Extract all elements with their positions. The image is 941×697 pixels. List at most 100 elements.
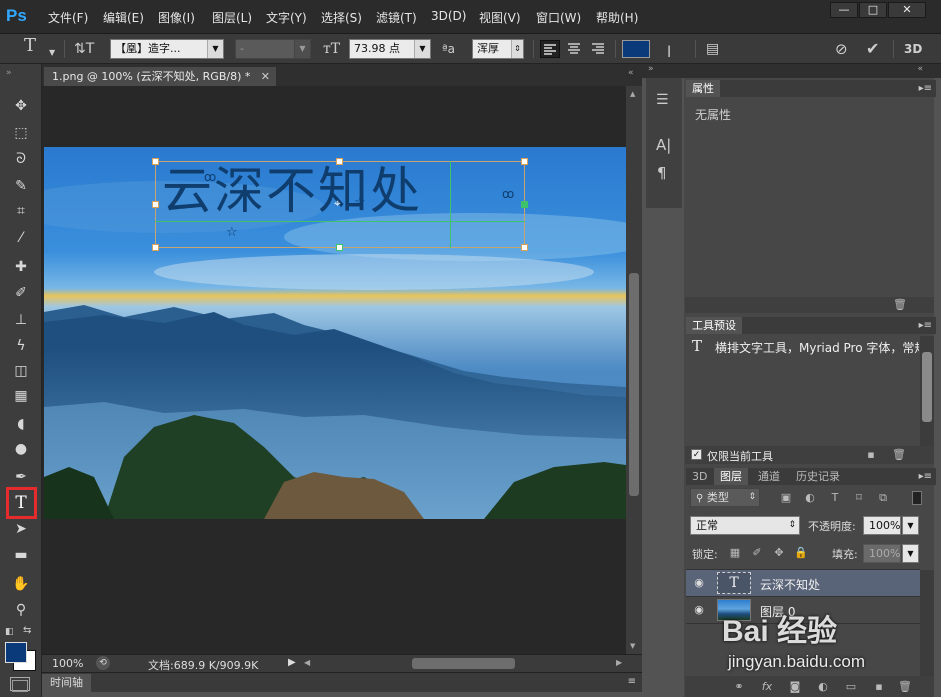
eraser-tool-icon[interactable]: ◫ bbox=[10, 361, 32, 381]
menu-layer[interactable]: 图层(L) bbox=[212, 9, 252, 26]
trash-icon[interactable]: 🗑 bbox=[891, 448, 907, 462]
brush-tool-icon[interactable]: ✐ bbox=[10, 283, 32, 303]
close-button[interactable]: ✕ bbox=[888, 2, 926, 18]
font-style-select[interactable]: - ▼ bbox=[235, 39, 311, 59]
menu-filter[interactable]: 滤镜(T) bbox=[376, 9, 417, 26]
quick-select-tool-icon[interactable]: ✎ bbox=[10, 176, 32, 196]
scroll-up-icon[interactable]: ▲ bbox=[630, 90, 635, 98]
eyedropper-tool-icon[interactable]: ⁄ bbox=[10, 228, 32, 248]
close-tab-icon[interactable]: ✕ bbox=[261, 67, 270, 86]
panel-menu-icon[interactable]: ▸≡ bbox=[919, 468, 932, 485]
properties-tab[interactable]: 属性 bbox=[686, 80, 720, 97]
healing-brush-tool-icon[interactable]: ✚ bbox=[10, 257, 32, 277]
zoom-level[interactable]: 100% bbox=[52, 657, 83, 670]
filter-adjustment-icon[interactable]: ◐ bbox=[802, 491, 818, 505]
menu-image[interactable]: 图像(I) bbox=[158, 9, 195, 26]
lasso-tool-icon[interactable]: ᘐ bbox=[10, 149, 32, 169]
scroll-left-icon[interactable]: ◀ bbox=[304, 658, 310, 667]
blend-mode-select[interactable]: 正常 ⇕ bbox=[690, 516, 800, 535]
move-tool-icon[interactable]: ✥ bbox=[10, 96, 32, 116]
layer-filter-select[interactable]: ⚲ 类型 ⇕ bbox=[690, 488, 760, 507]
transform-handle[interactable] bbox=[336, 244, 343, 251]
commit-icon[interactable]: ✔ bbox=[866, 41, 879, 57]
hand-tool-icon[interactable]: ✋ bbox=[10, 574, 32, 594]
presets-scrollbar[interactable] bbox=[920, 336, 934, 446]
marquee-tool-icon[interactable]: ⬚ bbox=[10, 123, 32, 143]
chevron-down-icon[interactable]: ▼ bbox=[49, 45, 55, 61]
panel-menu-icon[interactable]: ▸≡ bbox=[919, 317, 932, 334]
expand-icon[interactable]: « bbox=[917, 64, 923, 74]
current-tool-checkbox[interactable]: ✓ bbox=[691, 449, 702, 460]
fx-icon[interactable]: fx bbox=[759, 680, 775, 694]
character-panel-icon[interactable]: ▤ bbox=[706, 41, 719, 57]
cancel-icon[interactable]: ⊘ bbox=[835, 41, 848, 57]
horizontal-scroll-thumb[interactable] bbox=[412, 658, 515, 669]
mask-icon[interactable]: ◙ bbox=[787, 680, 803, 694]
foreground-color-swatch[interactable] bbox=[5, 642, 27, 663]
vertical-scroll-thumb[interactable] bbox=[629, 273, 639, 496]
menu-3d[interactable]: 3D(D) bbox=[431, 9, 466, 23]
menu-view[interactable]: 视图(V) bbox=[479, 9, 521, 26]
panel-menu-icon[interactable]: ≡ bbox=[628, 676, 636, 687]
new-layer-icon[interactable]: ▪ bbox=[871, 680, 887, 694]
canvas-image[interactable]: 云深不知处 ☆ ☆ ꝏ ꝏ ⌖ bbox=[44, 147, 626, 519]
paragraph-panel-icon[interactable]: ¶ bbox=[657, 164, 667, 182]
menu-file[interactable]: 文件(F) bbox=[48, 9, 88, 26]
swap-colors-icon[interactable]: ⇆ bbox=[23, 625, 31, 636]
lock-all-icon[interactable]: 🔒 bbox=[793, 546, 809, 560]
filter-smart-object-icon[interactable]: ⧉ bbox=[875, 491, 891, 505]
text-color-swatch[interactable] bbox=[622, 40, 650, 58]
status-menu-arrow-icon[interactable]: ▶ bbox=[288, 657, 296, 668]
collapse-icon[interactable]: « bbox=[628, 68, 634, 78]
transform-handle[interactable] bbox=[521, 244, 528, 251]
transform-handle[interactable] bbox=[152, 201, 159, 208]
transform-handle[interactable] bbox=[152, 244, 159, 251]
maximize-button[interactable]: □ bbox=[859, 2, 887, 18]
transform-handle[interactable] bbox=[521, 201, 528, 208]
opacity-field[interactable]: 100% bbox=[863, 516, 901, 535]
gradient-tool-icon[interactable]: ▦ bbox=[10, 386, 32, 406]
new-preset-icon[interactable]: ▪ bbox=[863, 448, 879, 462]
menu-type[interactable]: 文字(Y) bbox=[266, 9, 307, 26]
share-icon[interactable]: ⟲ bbox=[96, 656, 110, 670]
align-left-button[interactable] bbox=[540, 40, 560, 58]
history-brush-tool-icon[interactable]: ϟ bbox=[10, 336, 32, 356]
font-family-select[interactable]: 【凰】造字... ▼ bbox=[110, 39, 224, 59]
expand-icon[interactable]: » bbox=[648, 64, 654, 74]
transform-handle[interactable] bbox=[336, 158, 343, 165]
rectangle-tool-icon[interactable]: ▬ bbox=[10, 545, 32, 565]
folder-icon[interactable]: ▭ bbox=[843, 680, 859, 694]
font-size-field[interactable]: 73.98 点 ▼ bbox=[349, 39, 431, 59]
trash-icon[interactable]: 🗑 bbox=[892, 298, 908, 312]
pen-tool-icon[interactable]: ✒ bbox=[10, 467, 32, 487]
chevron-down-icon[interactable]: ▼ bbox=[902, 544, 919, 563]
scroll-down-icon[interactable]: ▼ bbox=[630, 642, 635, 650]
scroll-right-icon[interactable]: ▶ bbox=[616, 658, 622, 667]
clone-stamp-tool-icon[interactable]: ⊥ bbox=[10, 310, 32, 330]
lock-transparent-icon[interactable]: ▦ bbox=[727, 546, 743, 560]
align-center-button[interactable] bbox=[565, 40, 585, 58]
tool-preset-item[interactable]: T 横排文字工具，Myriad Pro 字体，常规 bbox=[686, 336, 919, 356]
collapse-icon[interactable]: » bbox=[6, 68, 12, 78]
antialias-select[interactable]: 浑厚 ⇕ bbox=[472, 39, 524, 59]
default-colors-icon[interactable]: ◧ bbox=[5, 627, 14, 637]
timeline-tab[interactable]: 时间轴 bbox=[42, 674, 91, 692]
filter-shape-icon[interactable]: ⌑ bbox=[851, 491, 867, 505]
lock-pixels-icon[interactable]: ✐ bbox=[749, 546, 765, 560]
screen-mode-icon[interactable] bbox=[12, 680, 28, 692]
menu-select[interactable]: 选择(S) bbox=[321, 9, 362, 26]
lock-position-icon[interactable]: ✥ bbox=[771, 546, 787, 560]
character-panel-icon[interactable]: A| bbox=[656, 136, 671, 154]
transform-handle[interactable] bbox=[152, 158, 159, 165]
layers-scrollbar[interactable] bbox=[920, 570, 934, 676]
3d-icon[interactable]: 3D bbox=[904, 41, 922, 57]
transform-handle[interactable] bbox=[521, 158, 528, 165]
menu-help[interactable]: 帮助(H) bbox=[596, 9, 638, 26]
tab-channels[interactable]: 通道 bbox=[752, 468, 786, 485]
history-panel-icon[interactable]: ☰ bbox=[656, 92, 669, 108]
adjustment-layer-icon[interactable]: ◐ bbox=[815, 680, 831, 694]
tab-history[interactable]: 历史记录 bbox=[790, 468, 846, 485]
menu-window[interactable]: 窗口(W) bbox=[536, 9, 581, 26]
filter-type-icon[interactable]: T bbox=[827, 491, 843, 505]
eye-icon[interactable]: ◉ bbox=[692, 603, 706, 617]
